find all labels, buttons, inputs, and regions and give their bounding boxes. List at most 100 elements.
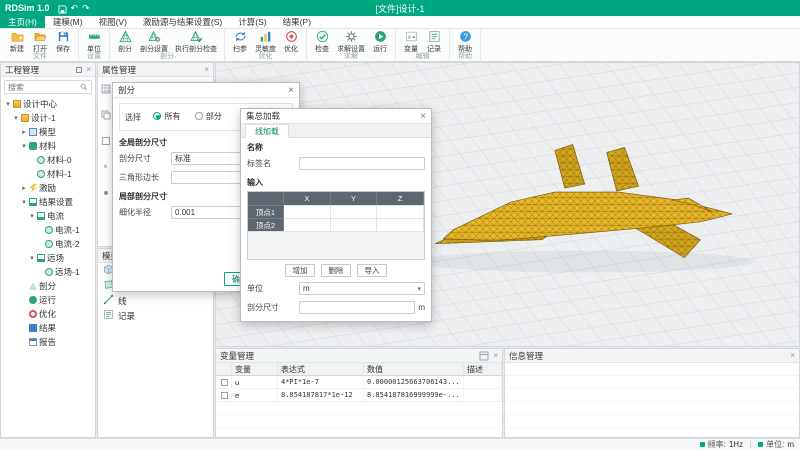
ribbon-help-button[interactable]: ?帮助 bbox=[455, 30, 475, 54]
coordinate-cell[interactable] bbox=[331, 218, 378, 231]
ribbon-optimize-button[interactable]: 优化 bbox=[281, 30, 301, 54]
tree-item[interactable]: ▾远场 bbox=[1, 251, 95, 265]
tree-item[interactable]: 材料-1 bbox=[1, 167, 95, 181]
ribbon-save-button[interactable]: 保存 bbox=[53, 30, 73, 54]
tree-item[interactable]: ▾设计-1 bbox=[1, 111, 95, 125]
radio-all[interactable]: 所有 bbox=[153, 111, 180, 122]
tree-item[interactable]: 运行 bbox=[1, 293, 95, 307]
coordinate-cell[interactable] bbox=[331, 205, 378, 218]
coordinate-cell[interactable] bbox=[284, 218, 331, 231]
import-button[interactable]: 导入 bbox=[357, 264, 387, 277]
ribbon-folder-new-button[interactable]: 新建 bbox=[7, 30, 27, 54]
dot-icon[interactable] bbox=[100, 187, 111, 198]
ribbon-folder-open-button[interactable]: 打开 bbox=[30, 30, 50, 54]
coordinate-cell[interactable] bbox=[377, 218, 424, 231]
coordinate-cell[interactable] bbox=[377, 205, 424, 218]
quick-save-icon[interactable] bbox=[58, 2, 67, 14]
ribbon-variable-button[interactable]: x=变量 bbox=[401, 30, 421, 54]
model-item[interactable]: 记录 bbox=[98, 308, 213, 323]
ribbon-run-button[interactable]: 运行 bbox=[370, 30, 390, 54]
expander-icon[interactable]: ▸ bbox=[20, 128, 28, 136]
variable-row[interactable]: e8.854187817*1e-128.854187816999999e-... bbox=[216, 389, 502, 402]
close-icon[interactable]: × bbox=[420, 109, 426, 124]
tree-item[interactable]: 电流-2 bbox=[1, 237, 95, 251]
tree-item[interactable]: ▾电流 bbox=[1, 209, 95, 223]
menu-tab[interactable]: 结果(P) bbox=[275, 16, 319, 28]
tree-item[interactable]: 报告 bbox=[1, 335, 95, 349]
tree-item[interactable]: ▾结果设置 bbox=[1, 195, 95, 209]
tree-item[interactable]: 材料-0 bbox=[1, 153, 95, 167]
menu-tab[interactable]: 建模(M) bbox=[45, 16, 91, 28]
menu-tab[interactable]: 视图(V) bbox=[91, 16, 135, 28]
expand-icon[interactable] bbox=[478, 350, 489, 361]
box-icon[interactable] bbox=[100, 135, 111, 146]
delete-icon[interactable]: × bbox=[100, 161, 111, 172]
variable-description[interactable] bbox=[464, 376, 502, 389]
close-icon[interactable]: × bbox=[204, 63, 209, 77]
coordinate-cell[interactable] bbox=[284, 205, 331, 218]
grid-icon[interactable] bbox=[100, 83, 111, 94]
close-icon[interactable]: × bbox=[86, 63, 91, 77]
add-button[interactable]: 增加 bbox=[285, 264, 315, 277]
variable-name[interactable]: u bbox=[232, 376, 278, 389]
ribbon-check-button[interactable]: 检查 bbox=[312, 30, 332, 54]
variable-name[interactable]: e bbox=[232, 389, 278, 402]
variable-row[interactable]: u4*PI*1e-70.00000125663706143... bbox=[216, 376, 502, 389]
mesh-size-input[interactable] bbox=[299, 301, 415, 314]
pin-icon[interactable] bbox=[76, 67, 82, 73]
table-row: 顶点1 bbox=[248, 205, 424, 218]
status-bar: 频率: 1Hz 单位: m bbox=[0, 438, 800, 450]
checkbox[interactable] bbox=[221, 392, 228, 399]
tree-item[interactable]: 远场-1 bbox=[1, 265, 95, 279]
unit-select[interactable]: m▾ bbox=[299, 282, 425, 295]
tree-item[interactable]: ▸模型 bbox=[1, 125, 95, 139]
ribbon-gear-button[interactable]: 求解设置 bbox=[335, 30, 367, 54]
delete-button[interactable]: 删除 bbox=[321, 264, 351, 277]
checkbox[interactable] bbox=[221, 379, 228, 386]
ribbon-mesh-check-button[interactable]: 执行剖分检查 bbox=[173, 30, 219, 54]
variable-expression[interactable]: 8.854187817*1e-12 bbox=[278, 389, 364, 402]
menu-tab[interactable]: 计算(S) bbox=[230, 16, 274, 28]
expander-icon[interactable]: ▾ bbox=[4, 100, 12, 108]
mesh-dialog-titlebar[interactable]: 剖分 × bbox=[113, 83, 299, 98]
undo-icon[interactable]: ↶ bbox=[71, 0, 79, 16]
expander-icon[interactable]: ▾ bbox=[12, 114, 20, 122]
tree-item[interactable]: ▾材料 bbox=[1, 139, 95, 153]
close-icon[interactable]: × bbox=[790, 349, 795, 363]
ribbon-mesh-button[interactable]: 剖分 bbox=[115, 30, 135, 54]
variable-expression[interactable]: 4*PI*1e-7 bbox=[278, 376, 364, 389]
ribbon-sweep-button[interactable]: 扫参 bbox=[230, 30, 250, 54]
redo-icon[interactable]: ↷ bbox=[82, 0, 90, 16]
radio-all-icon[interactable] bbox=[153, 112, 161, 120]
variable-value[interactable]: 0.00000125663706143... bbox=[364, 376, 464, 389]
tree-item[interactable]: 结果 bbox=[1, 321, 95, 335]
ribbon-record-button[interactable]: 记录 bbox=[424, 30, 444, 54]
search-input[interactable] bbox=[8, 83, 80, 92]
radio-partial-icon[interactable] bbox=[195, 112, 203, 120]
menu-tab[interactable]: 激励源与结果设置(S) bbox=[135, 16, 230, 28]
radio-partial[interactable]: 部分 bbox=[195, 111, 222, 122]
tab-line-load[interactable]: 线加载 bbox=[245, 124, 289, 138]
model-item[interactable]: 线 bbox=[98, 293, 213, 308]
layers-icon[interactable] bbox=[100, 109, 111, 120]
load-dialog-titlebar[interactable]: 集总加载 × bbox=[241, 109, 431, 124]
variable-value[interactable]: 8.854187816999999e-... bbox=[364, 389, 464, 402]
tag-name-input[interactable] bbox=[299, 157, 425, 170]
tree-item[interactable]: ▾设计中心 bbox=[1, 97, 95, 111]
tree-item[interactable]: 剖分 bbox=[1, 279, 95, 293]
tree-item[interactable]: ▸激励 bbox=[1, 181, 95, 195]
expander-icon[interactable]: ▾ bbox=[20, 142, 28, 150]
expander-icon[interactable]: ▾ bbox=[20, 198, 28, 206]
tree-item[interactable]: 优化 bbox=[1, 307, 95, 321]
expander-icon[interactable]: ▸ bbox=[20, 184, 28, 192]
expander-icon[interactable]: ▾ bbox=[28, 212, 36, 220]
ribbon-sensitivity-button[interactable]: 灵敏度 bbox=[253, 30, 278, 54]
expander-icon[interactable]: ▾ bbox=[28, 254, 36, 262]
ribbon-mesh-settings-button[interactable]: 剖分设置 bbox=[138, 30, 170, 54]
variable-description[interactable] bbox=[464, 389, 502, 402]
close-icon[interactable]: × bbox=[493, 349, 498, 363]
menu-tab[interactable]: 主页(H) bbox=[0, 16, 45, 28]
ribbon-ruler-button[interactable]: 单位 bbox=[84, 30, 104, 54]
tree-item[interactable]: 电流-1 bbox=[1, 223, 95, 237]
close-icon[interactable]: × bbox=[288, 83, 294, 98]
